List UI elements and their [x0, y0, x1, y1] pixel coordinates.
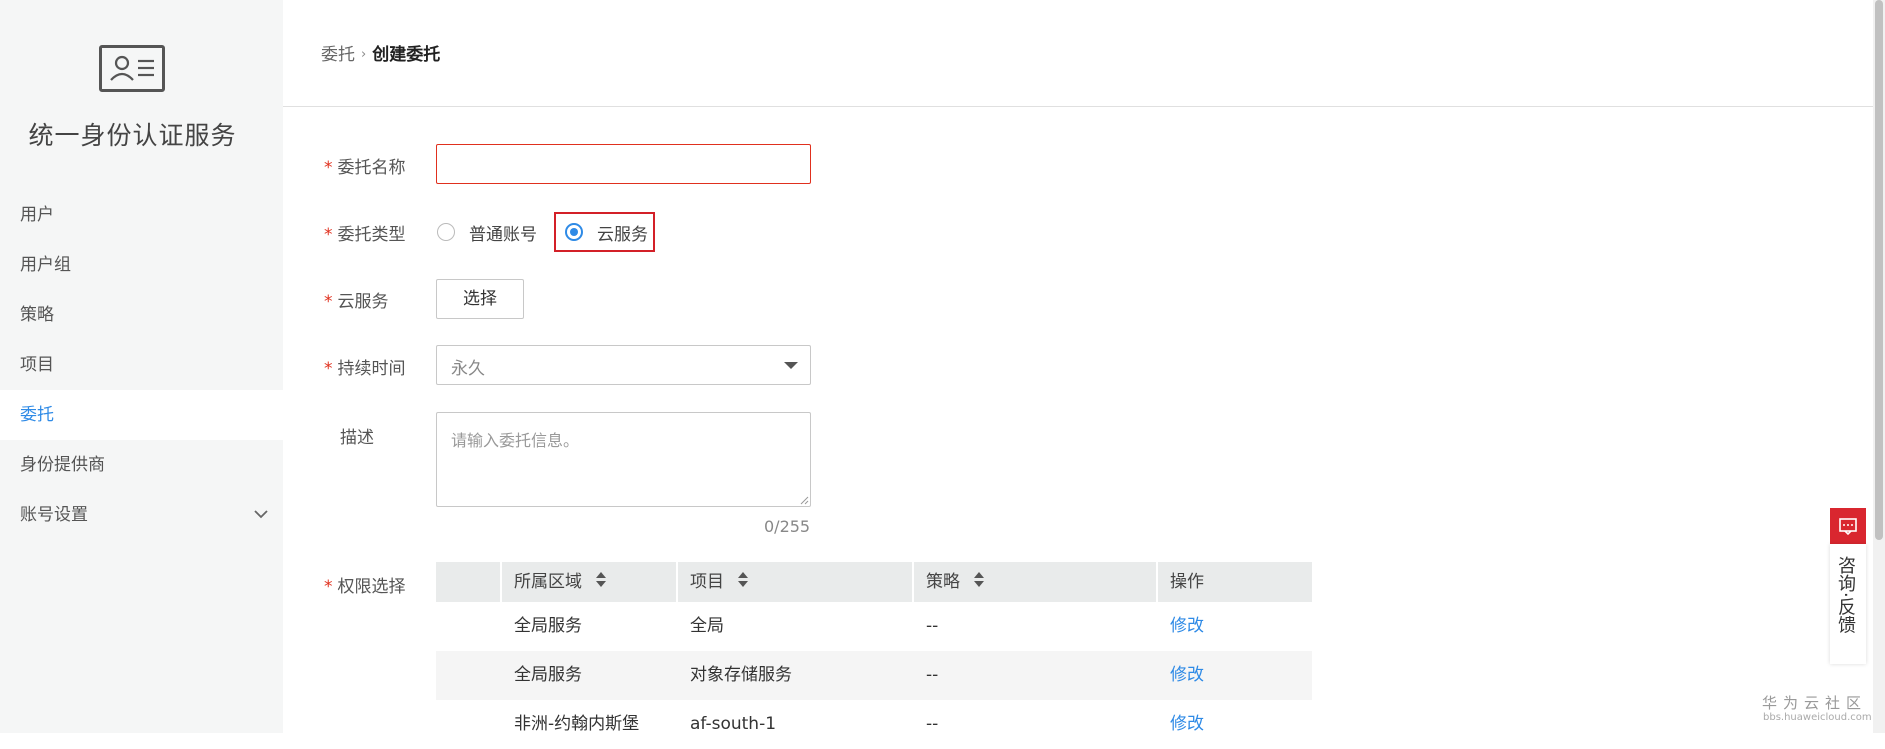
service-title: 统一身份认证服务 — [28, 121, 237, 150]
header-checkbox-column — [436, 562, 500, 602]
sidebar-item-policies[interactable]: 策略 — [0, 290, 283, 340]
caret-down-icon — [784, 362, 798, 369]
agency-type-label-text: 委托类型 — [337, 225, 406, 245]
header-region-label: 所属区域 — [514, 572, 582, 592]
sidebar-item-identity-providers[interactable]: 身份提供商 — [0, 440, 283, 490]
cell-project: 对象存储服务 — [690, 665, 792, 685]
header-region[interactable]: 所属区域 — [500, 562, 676, 602]
cell-region: 全局服务 — [514, 665, 582, 685]
sidebar-item-agencies[interactable]: 委托 — [0, 390, 283, 440]
header-action: 操作 — [1156, 562, 1312, 602]
radio-cloud-service-label[interactable]: 云服务 — [597, 220, 648, 245]
description-textarea[interactable]: 请输入委托信息。 — [436, 412, 811, 507]
duration-label: * 持续时间 — [324, 354, 406, 379]
watermark-url: bbs.huaweicloud.com — [1763, 712, 1872, 723]
cell-policy: -- — [926, 616, 939, 636]
scrollbar-thumb[interactable] — [1875, 0, 1883, 540]
cell-region: 非洲-约翰内斯堡 — [514, 714, 640, 734]
sidebar-item-user-groups[interactable]: 用户组 — [0, 240, 283, 290]
breadcrumb-parent-link[interactable]: 委托 — [321, 45, 355, 65]
sort-icon[interactable] — [596, 572, 606, 588]
table-header: 所属区域 项目 策略 操作 — [436, 562, 1312, 602]
char-count: 0/255 — [764, 517, 811, 536]
table-row: 全局服务 对象存储服务 -- 修改 — [436, 651, 1312, 700]
sidebar-item-projects[interactable]: 项目 — [0, 340, 283, 390]
sidebar-item-account-settings[interactable]: 账号设置 — [0, 490, 283, 540]
header-policy-label: 策略 — [926, 572, 960, 592]
sort-icon[interactable] — [974, 572, 984, 588]
watermark-title: 华为云社区 — [1762, 694, 1868, 712]
feedback-button[interactable] — [1830, 508, 1866, 544]
radio-cloud-service[interactable] — [565, 223, 583, 241]
feedback-panel[interactable]: 咨询·反馈 — [1830, 544, 1866, 664]
id-card-icon — [99, 45, 165, 92]
resize-grip-icon[interactable] — [799, 495, 809, 505]
breadcrumb-current: 创建委托 — [372, 45, 441, 65]
breadcrumb: 委托 › 创建委托 — [321, 40, 440, 65]
sidebar-item-users[interactable]: 用户 — [0, 190, 283, 240]
chat-icon — [1839, 518, 1857, 536]
header-project[interactable]: 项目 — [676, 562, 912, 602]
table-row: 非洲-约翰内斯堡 af-south-1 -- 修改 — [436, 700, 1312, 749]
select-cloud-service-button[interactable]: 选择 — [436, 279, 524, 319]
sort-icon[interactable] — [738, 572, 748, 588]
required-mark: * — [324, 292, 333, 312]
cell-project: 全局 — [690, 616, 724, 636]
agency-type-label: * 委托类型 — [324, 220, 406, 245]
sidebar: 统一身份认证服务 用户 用户组 策略 项目 委托 身份提供商 账号设置 — [0, 0, 283, 733]
duration-value: 永久 — [451, 359, 485, 379]
required-mark: * — [324, 158, 333, 178]
radio-normal-account[interactable] — [437, 223, 455, 241]
breadcrumb-separator: › — [361, 47, 367, 62]
description-placeholder: 请输入委托信息。 — [451, 431, 580, 450]
agency-name-label-text: 委托名称 — [337, 158, 406, 178]
required-mark: * — [324, 359, 333, 379]
duration-select[interactable]: 永久 — [436, 345, 811, 385]
header-policy[interactable]: 策略 — [912, 562, 1156, 602]
table-row: 全局服务 全局 -- 修改 — [436, 602, 1312, 651]
sidebar-item-label: 账号设置 — [20, 505, 88, 525]
required-mark: * — [324, 577, 333, 597]
modify-link[interactable]: 修改 — [1156, 700, 1204, 749]
page-header: 委托 › 创建委托 — [283, 0, 1873, 107]
cell-policy: -- — [926, 714, 939, 734]
permissions-label: * 权限选择 — [324, 572, 406, 597]
page-scrollbar[interactable] — [1873, 0, 1885, 733]
cell-project: af-south-1 — [690, 714, 777, 734]
agency-name-input[interactable] — [436, 144, 811, 184]
duration-label-text: 持续时间 — [337, 359, 406, 379]
chevron-down-icon — [254, 510, 268, 519]
agency-name-label: * 委托名称 — [324, 153, 406, 178]
permissions-label-text: 权限选择 — [337, 577, 406, 597]
cloud-service-label-text: 云服务 — [337, 292, 389, 312]
feedback-text[interactable]: 咨询·反馈 — [1835, 556, 1857, 634]
cell-policy: -- — [926, 665, 939, 685]
header-project-label: 项目 — [690, 572, 724, 592]
modify-link[interactable]: 修改 — [1156, 602, 1204, 651]
sidebar-nav: 用户 用户组 策略 项目 委托 身份提供商 账号设置 — [0, 190, 283, 540]
cloud-service-label: * 云服务 — [324, 287, 389, 312]
required-mark: * — [324, 225, 333, 245]
cell-region: 全局服务 — [514, 616, 582, 636]
modify-link[interactable]: 修改 — [1156, 651, 1204, 700]
radio-normal-account-label[interactable]: 普通账号 — [469, 220, 537, 245]
permissions-table: 所属区域 项目 策略 操作 全局服务 全局 -- 修改 全局服务 对象存储服务 … — [436, 562, 1312, 749]
description-label: 描述 — [340, 428, 374, 448]
